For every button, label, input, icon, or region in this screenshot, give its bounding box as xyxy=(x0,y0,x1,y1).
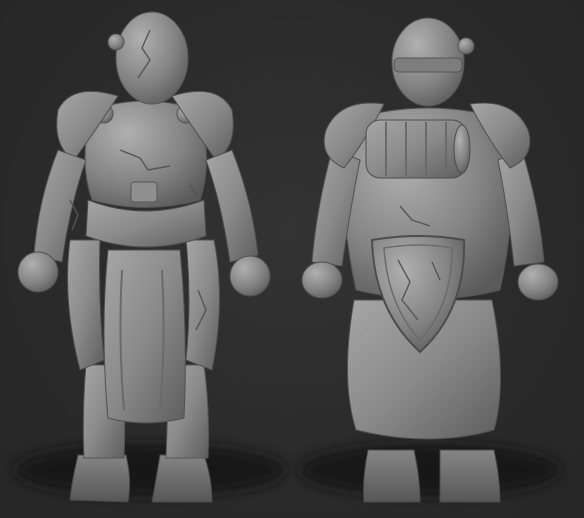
hand-right-front xyxy=(229,255,271,297)
character-front-view xyxy=(15,11,285,503)
ground-shadow-back xyxy=(300,444,560,496)
helmet-bolt-front xyxy=(107,33,125,51)
backpack-cylinder xyxy=(365,119,467,179)
hand-left-front xyxy=(17,251,59,293)
helmet-band-back xyxy=(393,57,463,73)
render-canvas xyxy=(15,11,560,503)
character-back-view xyxy=(300,17,560,503)
hand-left-back xyxy=(301,261,343,299)
ground-shadow-front xyxy=(15,444,285,496)
hand-right-back xyxy=(517,263,559,301)
sculpt-viewport xyxy=(0,0,584,518)
helmet-front xyxy=(115,11,189,105)
tabard-front xyxy=(103,249,186,424)
backpack-cap xyxy=(453,124,471,174)
belt-buckle-front xyxy=(130,181,158,203)
helmet-bolt-back xyxy=(457,37,475,55)
